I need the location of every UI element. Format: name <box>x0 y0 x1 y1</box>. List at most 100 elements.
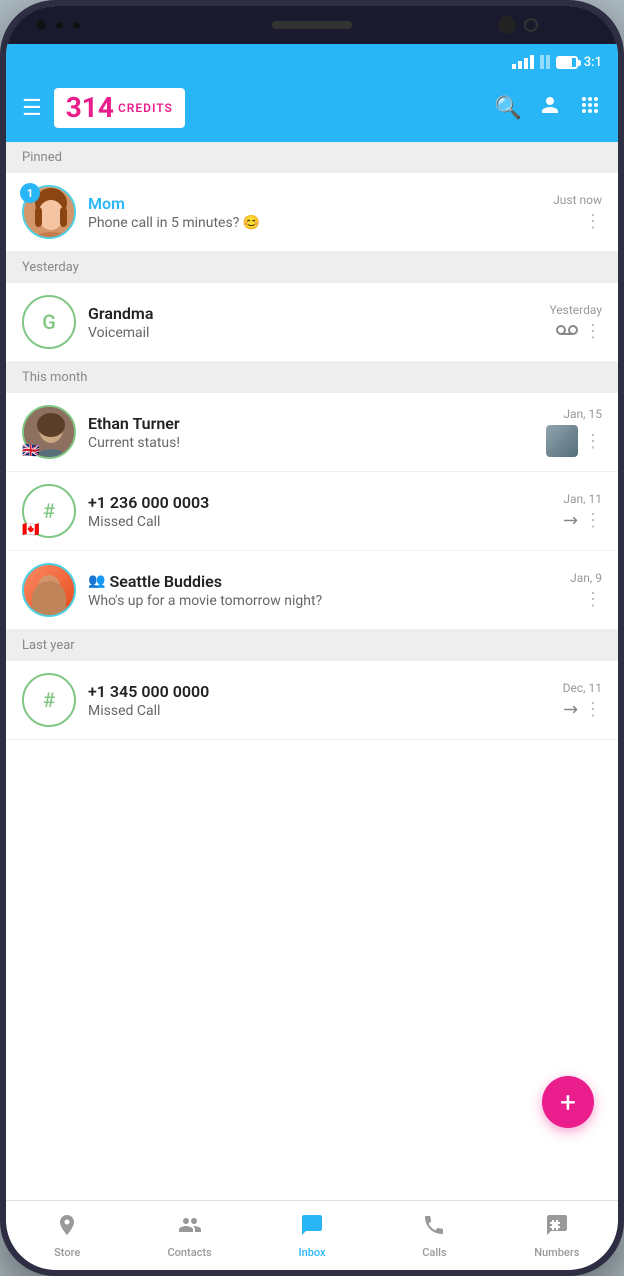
battery-icon <box>556 56 578 69</box>
nav-item-calls[interactable]: Calls <box>373 1201 495 1270</box>
flag-uk: 🇬🇧 <box>22 443 39 459</box>
avatar-wrap-mom: 1 <box>22 185 76 239</box>
calls-nav-icon <box>422 1213 446 1243</box>
camera-dot <box>36 20 46 30</box>
conv-actions-phone1: ↙ ⋮ <box>563 510 602 531</box>
conv-name-phone2: +1 345 000 0000 <box>88 682 555 701</box>
signal-bar-2 <box>518 61 522 69</box>
numbers-nav-icon <box>545 1213 569 1243</box>
missed-call-icon-phone2: ↙ <box>558 696 584 722</box>
conv-time-mom: Just now <box>553 193 602 207</box>
conv-meta-mom: Just now ⋮ <box>553 193 602 232</box>
avatar-wrap-phone2: # <box>22 673 76 727</box>
missed-call-icon-phone1: ↙ <box>558 507 584 533</box>
camera-dot2 <box>56 22 63 29</box>
nav-label-calls: Calls <box>422 1246 446 1259</box>
avatar-grandma: G <box>22 295 76 349</box>
signal-bar-3 <box>524 58 528 69</box>
inbox-nav-icon <box>300 1213 324 1243</box>
search-icon[interactable]: 🔍 <box>495 96 522 121</box>
unread-badge-mom: 1 <box>20 183 40 203</box>
conversation-item-seattle[interactable]: 👥 Seattle Buddies Who's up for a movie t… <box>6 551 618 630</box>
flag-canada: 🇨🇦 <box>22 522 39 538</box>
conversation-item-mom[interactable]: 1 <box>6 173 618 252</box>
conv-content-phone2: +1 345 000 0000 Missed Call <box>88 682 555 719</box>
signal-bar-4 <box>530 55 534 69</box>
conv-content-ethan: Ethan Turner Current status! <box>88 414 538 451</box>
conversation-item-phone1[interactable]: # 🇨🇦 +1 236 000 0003 Missed Call Jan, 11… <box>6 472 618 551</box>
conv-time-phone1: Jan, 11 <box>563 492 602 506</box>
conv-content-seattle: 👥 Seattle Buddies Who's up for a movie t… <box>88 572 562 609</box>
network-bar-2 <box>546 55 550 69</box>
nav-item-numbers[interactable]: Numbers <box>496 1201 618 1270</box>
nav-label-contacts: Contacts <box>168 1246 212 1259</box>
signal-bar-1 <box>512 64 516 69</box>
phone-top-bar <box>6 6 618 44</box>
conv-time-ethan: Jan, 15 <box>563 407 602 421</box>
section-this-month: This month <box>6 362 618 393</box>
conversation-item-ethan[interactable]: 🇬🇧 Ethan Turner Current status! Jan, 15 … <box>6 393 618 472</box>
nav-item-store[interactable]: Store <box>6 1201 128 1270</box>
conv-meta-phone2: Dec, 11 ↙ ⋮ <box>563 681 602 720</box>
more-icon-grandma[interactable]: ⋮ <box>584 321 602 342</box>
status-bar: 3:1 <box>6 44 618 80</box>
conv-name-ethan: Ethan Turner <box>88 414 538 433</box>
avatar-wrap-seattle <box>22 563 76 617</box>
menu-icon[interactable]: ☰ <box>22 96 42 121</box>
conv-content-phone1: +1 236 000 0003 Missed Call <box>88 493 555 530</box>
conv-name-seattle: 👥 Seattle Buddies <box>88 572 562 591</box>
conv-message-ethan: Current status! <box>88 435 538 451</box>
conv-time-grandma: Yesterday <box>549 303 602 317</box>
section-pinned: Pinned <box>6 142 618 173</box>
conv-name-grandma: Grandma <box>88 304 541 323</box>
credits-label: CREDITS <box>118 101 173 115</box>
conversation-list: Pinned 1 <box>6 142 618 1200</box>
nav-item-contacts[interactable]: Contacts <box>128 1201 250 1270</box>
avatar-seattle <box>22 563 76 617</box>
conv-content-mom: Mom Phone call in 5 minutes? 😊 <box>88 194 545 231</box>
app-header: ☰ 314 CREDITS 🔍 <box>6 80 618 142</box>
bottom-navigation: Store Contacts Inbox <box>6 1200 618 1270</box>
more-icon-phone2[interactable]: ⋮ <box>584 699 602 720</box>
conv-message-seattle: Who's up for a movie tomorrow night? <box>88 593 562 609</box>
dialpad-icon[interactable] <box>578 93 602 123</box>
store-icon <box>55 1213 79 1243</box>
more-icon-seattle[interactable]: ⋮ <box>584 589 602 610</box>
conv-name-phone1: +1 236 000 0003 <box>88 493 555 512</box>
conv-message-grandma: Voicemail <box>88 325 541 341</box>
conv-actions-seattle: ⋮ <box>584 589 602 610</box>
header-actions: 🔍 <box>495 93 602 123</box>
conv-message-mom: Phone call in 5 minutes? 😊 <box>88 215 545 231</box>
conv-meta-grandma: Yesterday ⋮ <box>549 303 602 342</box>
conversation-item-phone2[interactable]: # +1 345 000 0000 Missed Call Dec, 11 ↙ … <box>6 661 618 740</box>
section-yesterday: Yesterday <box>6 252 618 283</box>
conv-content-grandma: Grandma Voicemail <box>88 304 541 341</box>
conv-message-phone2: Missed Call <box>88 703 555 719</box>
conv-actions-mom: ⋮ <box>584 211 602 232</box>
conv-meta-phone1: Jan, 11 ↙ ⋮ <box>563 492 602 531</box>
avatar-wrap-grandma: G <box>22 295 76 349</box>
camera-lens <box>524 18 538 32</box>
nav-label-inbox: Inbox <box>298 1246 325 1259</box>
more-icon-mom[interactable]: ⋮ <box>584 211 602 232</box>
nav-item-inbox[interactable]: Inbox <box>251 1201 373 1270</box>
credits-box[interactable]: 314 CREDITS <box>54 88 185 128</box>
camera-dot3 <box>73 22 80 29</box>
group-icon: 👥 <box>88 573 105 589</box>
contacts-nav-icon <box>178 1213 202 1243</box>
conversation-item-grandma[interactable]: G Grandma Voicemail Yesterday <box>6 283 618 362</box>
more-icon-ethan[interactable]: ⋮ <box>584 431 602 452</box>
conv-actions-grandma: ⋮ <box>556 321 602 342</box>
conv-actions-ethan: ⋮ <box>546 425 602 457</box>
more-icon-phone1[interactable]: ⋮ <box>584 510 602 531</box>
network-bar-1 <box>540 55 544 69</box>
fab-plus-icon: + <box>560 1086 576 1119</box>
conv-message-phone1: Missed Call <box>88 514 555 530</box>
speaker <box>272 21 352 29</box>
nav-label-numbers: Numbers <box>534 1246 579 1259</box>
voicemail-icon <box>556 321 578 342</box>
new-conversation-fab[interactable]: + <box>542 1076 594 1128</box>
contacts-icon[interactable] <box>538 93 562 123</box>
conv-meta-seattle: Jan, 9 ⋮ <box>570 571 602 610</box>
credits-number: 314 <box>66 94 114 122</box>
